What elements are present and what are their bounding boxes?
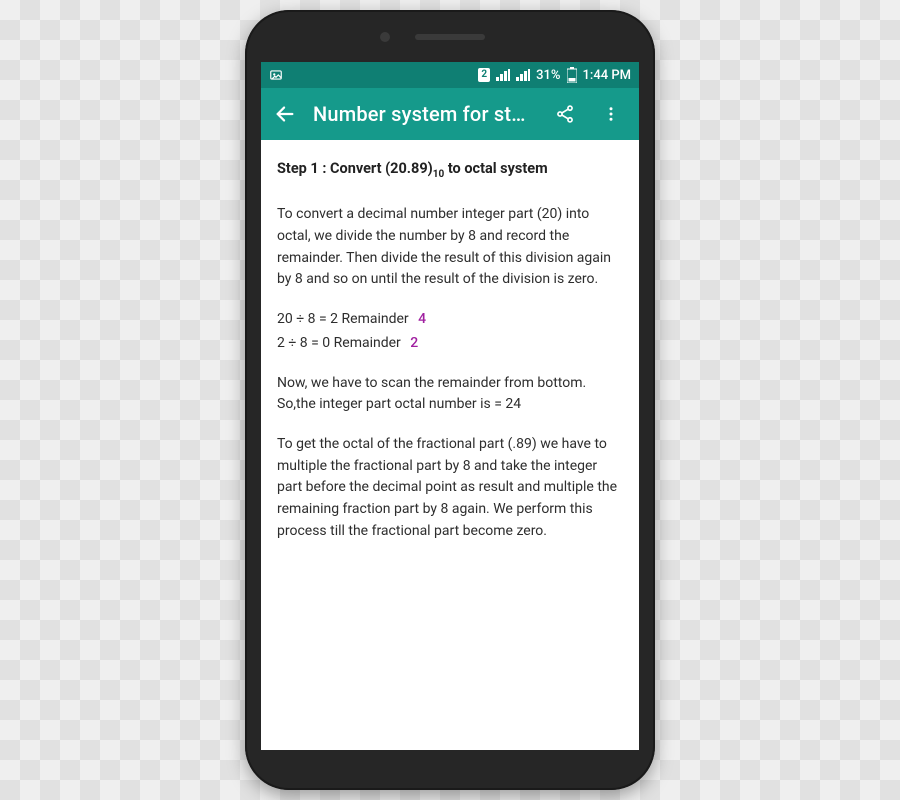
share-button[interactable] bbox=[547, 96, 583, 132]
app-bar: Number system for st… bbox=[261, 88, 639, 140]
overflow-menu-button[interactable] bbox=[593, 96, 629, 132]
status-bar: 2 31% 1:44 PM bbox=[261, 62, 639, 88]
calc-expr-1: 20 ÷ 8 = 2 Remainder bbox=[277, 311, 409, 327]
step-heading-post: to octal system bbox=[444, 160, 547, 177]
calc-remainder-2: 2 bbox=[410, 335, 418, 351]
calculation-block: 20 ÷ 8 = 2 Remainder 4 2 ÷ 8 = 0 Remaind… bbox=[277, 309, 623, 354]
calc-expr-2: 2 ÷ 8 = 0 Remainder bbox=[277, 335, 401, 351]
step-heading-sub: 10 bbox=[433, 169, 444, 180]
calc-remainder-1: 4 bbox=[418, 311, 426, 327]
battery-icon bbox=[567, 67, 577, 83]
paragraph-fractional: To get the octal of the fractional part … bbox=[277, 434, 623, 542]
signal-icon-2 bbox=[516, 69, 530, 81]
sim-indicator: 2 bbox=[478, 68, 490, 82]
calc-line-1: 20 ÷ 8 = 2 Remainder 4 bbox=[277, 309, 623, 331]
app-title: Number system for st… bbox=[313, 102, 537, 126]
clock-text: 1:44 PM bbox=[583, 68, 632, 83]
phone-frame: 2 31% 1:44 PM Number system for st… bbox=[245, 10, 655, 790]
screen: 2 31% 1:44 PM Number system for st… bbox=[261, 62, 639, 750]
phone-speaker bbox=[415, 34, 485, 40]
phone-sensor bbox=[380, 32, 390, 42]
battery-percent: 31% bbox=[536, 68, 560, 83]
signal-icon-1 bbox=[496, 69, 510, 81]
paragraph-intro: To convert a decimal number integer part… bbox=[277, 204, 623, 291]
paragraph-scan: Now, we have to scan the remainder from … bbox=[277, 373, 623, 416]
picture-icon bbox=[269, 68, 283, 82]
content-area[interactable]: Step 1 : Convert (20.89)10 to octal syst… bbox=[261, 140, 639, 750]
calc-line-2: 2 ÷ 8 = 0 Remainder 2 bbox=[277, 333, 623, 355]
step-heading-pre: Step 1 : Convert (20.89) bbox=[277, 160, 433, 177]
back-button[interactable] bbox=[267, 96, 303, 132]
step-heading: Step 1 : Convert (20.89)10 to octal syst… bbox=[277, 158, 623, 182]
